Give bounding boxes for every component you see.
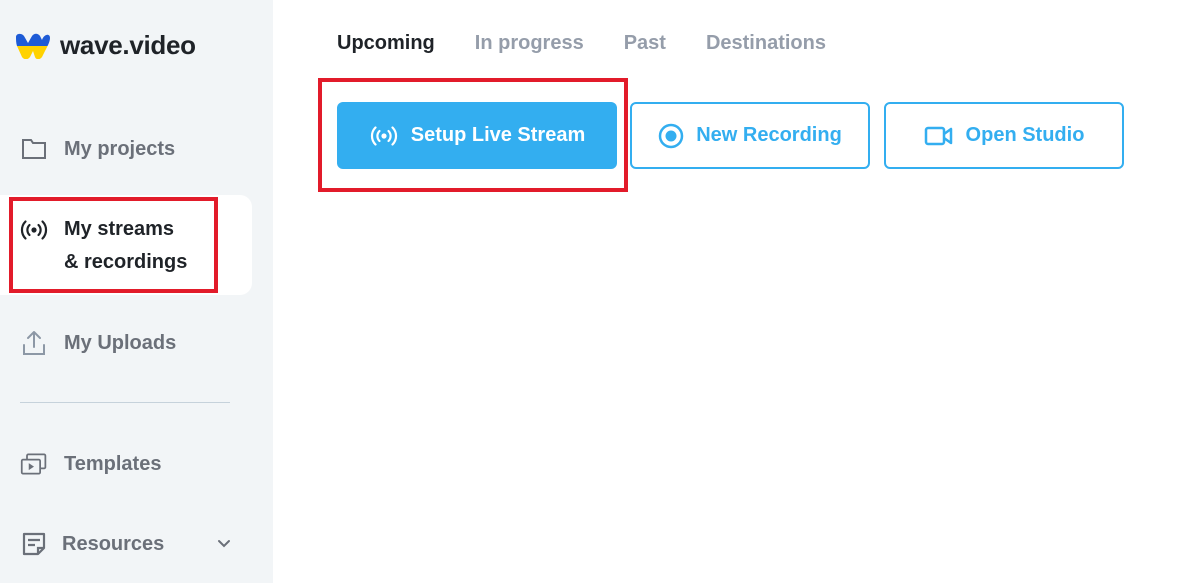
brand-name: wave.video — [60, 30, 196, 60]
sidebar-divider — [20, 402, 230, 403]
tab-upcoming[interactable]: Upcoming — [337, 32, 435, 55]
sidebar-item-label: My projects — [64, 137, 176, 160]
app: wave.video My projects My streams & reco… — [0, 0, 1180, 583]
resources-icon — [20, 530, 48, 558]
label-line-1: My streams — [64, 218, 175, 240]
sidebar-item-label: My streams & recordings — [64, 213, 187, 279]
tab-destinations[interactable]: Destinations — [706, 32, 826, 55]
broadcast-icon — [370, 125, 397, 146]
sidebar: wave.video My projects My streams & reco… — [0, 0, 273, 583]
button-label: New Recording — [696, 124, 842, 146]
upload-icon — [20, 329, 48, 357]
broadcast-icon — [20, 216, 48, 244]
sidebar-item-my-streams-recordings[interactable]: My streams & recordings — [20, 213, 187, 279]
record-icon — [658, 123, 684, 148]
templates-icon — [20, 450, 48, 478]
sidebar-item-my-projects[interactable]: My projects — [20, 135, 175, 163]
sidebar-item-resources[interactable]: Resources — [20, 530, 164, 558]
sidebar-item-my-uploads[interactable]: My Uploads — [20, 329, 176, 357]
new-recording-button[interactable]: New Recording — [630, 102, 870, 169]
tab-past[interactable]: Past — [624, 32, 666, 55]
folder-icon — [20, 135, 48, 163]
sidebar-item-templates[interactable]: Templates — [20, 450, 161, 478]
button-label: Open Studio — [965, 124, 1085, 146]
sidebar-item-label: Templates — [64, 452, 162, 475]
wave-logo-icon — [16, 33, 50, 59]
sidebar-item-label: Resources — [62, 532, 165, 555]
video-camera-icon — [924, 126, 952, 145]
setup-live-stream-button[interactable]: Setup Live Stream — [337, 102, 617, 169]
chevron-down-icon[interactable] — [214, 536, 234, 552]
open-studio-button[interactable]: Open Studio — [884, 102, 1124, 169]
tabs: Upcoming In progress Past Destinations — [337, 32, 826, 55]
tab-in-progress[interactable]: In progress — [475, 32, 584, 55]
button-label: Setup Live Stream — [410, 124, 586, 146]
sidebar-item-label: My Uploads — [64, 331, 177, 354]
label-line-2: & recordings — [64, 251, 188, 273]
logo[interactable]: wave.video — [14, 30, 196, 61]
